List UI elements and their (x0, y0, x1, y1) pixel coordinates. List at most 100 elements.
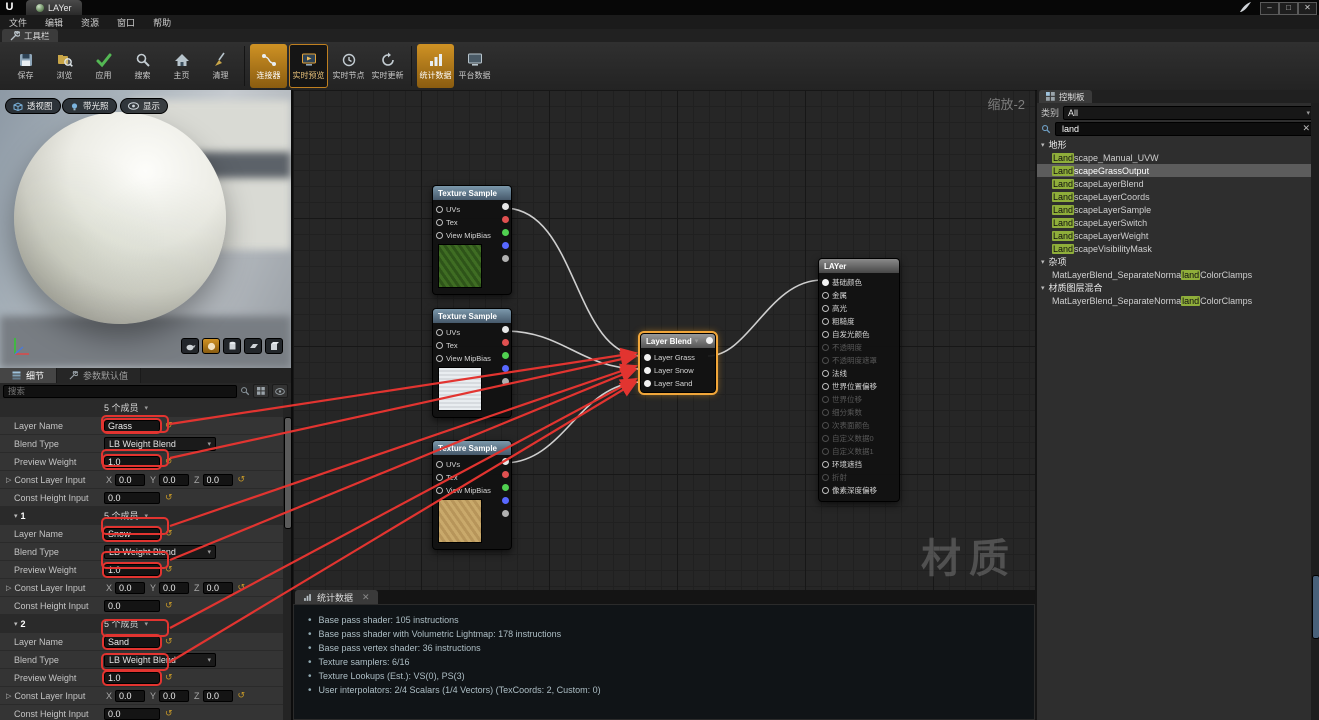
reset-to-default-icon[interactable]: ↺ (238, 690, 246, 701)
input-pin[interactable] (436, 206, 443, 213)
const-layer-z-input[interactable] (202, 581, 233, 594)
layer-name-input[interactable] (104, 635, 160, 648)
node-header[interactable]: Layer Blend ▾ (641, 334, 715, 348)
input-pin[interactable] (822, 487, 829, 494)
preview-weight-input[interactable] (104, 455, 160, 468)
live-update-button[interactable]: 实时更新 (369, 44, 406, 88)
palette-item[interactable]: Land scapeLayerBlend (1037, 177, 1311, 190)
input-pin[interactable] (436, 219, 443, 226)
toolbar-tab[interactable]: 工具栏 (2, 29, 58, 42)
palette-tab[interactable]: 控制板 (1039, 90, 1092, 103)
tab-parameter-defaults[interactable]: 参数默认值 (57, 368, 142, 383)
input-pin[interactable] (822, 318, 829, 325)
chevron-down-icon[interactable]: ▾ (145, 620, 149, 628)
node-header[interactable]: Texture Sample (433, 309, 511, 323)
layer-name-input[interactable] (104, 419, 160, 432)
input-pin[interactable] (822, 396, 829, 403)
category-dropdown[interactable]: All ▾ (1063, 105, 1315, 120)
apply-button[interactable]: 应用 (85, 44, 122, 88)
palette-scrollbar[interactable] (1311, 103, 1319, 720)
menu-item[interactable]: 窗口 (108, 16, 144, 29)
palette-item[interactable]: Land scapeVisibilityMask (1037, 242, 1311, 255)
details-search-input[interactable] (3, 384, 237, 398)
lit-mode-button[interactable]: 带光照 (62, 98, 117, 114)
close-icon[interactable]: ✕ (362, 592, 370, 603)
node-header[interactable]: LAYer (819, 259, 899, 273)
const-layer-x-input[interactable] (115, 689, 146, 702)
reset-to-default-icon[interactable]: ↺ (238, 474, 246, 485)
palette-item[interactable]: Land scapeLayerSwitch (1037, 216, 1311, 229)
menu-item[interactable]: 帮助 (144, 16, 180, 29)
palette-category-header[interactable]: ▾ 杂项 (1037, 255, 1311, 268)
input-pin[interactable] (822, 357, 829, 364)
output-pin[interactable] (502, 352, 509, 359)
preview-weight-input[interactable] (104, 671, 160, 684)
input-pin[interactable] (436, 461, 443, 468)
output-pin[interactable] (502, 365, 509, 372)
input-pin[interactable] (644, 380, 651, 387)
palette-item[interactable]: Land scape_Manual_UVW (1037, 151, 1311, 164)
tab-details[interactable]: 细节 (0, 368, 58, 383)
output-pin[interactable] (502, 458, 509, 465)
output-pin[interactable] (502, 510, 509, 517)
input-pin[interactable] (822, 474, 829, 481)
node-header[interactable]: Texture Sample (433, 441, 511, 455)
texture-sample-node[interactable]: Texture Sample UVs Tex View MipBias (432, 440, 512, 550)
minimize-button[interactable]: – (1260, 2, 1279, 15)
const-layer-y-input[interactable] (159, 581, 190, 594)
node-header[interactable]: Texture Sample (433, 186, 511, 200)
home-button[interactable]: 主页 (163, 44, 200, 88)
palette-item[interactable]: Land scapeLayerSample (1037, 203, 1311, 216)
output-pin[interactable] (502, 378, 509, 385)
palette-item[interactable]: Land scapeGrassOutput (1037, 164, 1311, 177)
save-button[interactable]: 保存 (7, 44, 44, 88)
layer-name-input[interactable] (104, 527, 160, 540)
texture-sample-node[interactable]: Texture Sample UVs Tex View MipBias (432, 185, 512, 295)
reset-to-default-icon[interactable]: ↺ (165, 492, 173, 503)
input-pin[interactable] (436, 355, 443, 362)
input-pin[interactable] (644, 367, 651, 374)
details-scrollbar[interactable] (283, 399, 292, 720)
clear-search-icon[interactable]: ✕ (1302, 123, 1310, 134)
output-pin[interactable] (502, 255, 509, 262)
document-tab[interactable]: LAYer (26, 0, 82, 15)
const-layer-x-input[interactable] (115, 473, 146, 486)
preview-shape-cube-button[interactable] (265, 338, 283, 354)
reset-to-default-icon[interactable]: ↺ (165, 528, 173, 539)
const-layer-x-input[interactable] (115, 581, 146, 594)
input-pin[interactable] (822, 422, 829, 429)
chevron-down-icon[interactable]: ▾ (145, 512, 149, 520)
palette-item[interactable]: Land scapeLayerWeight (1037, 229, 1311, 242)
input-pin[interactable] (822, 409, 829, 416)
chevron-down-icon[interactable]: ▾ (145, 404, 149, 412)
output-pin[interactable] (502, 203, 509, 210)
platform-stats-button[interactable]: 平台数据 (456, 44, 493, 88)
input-pin[interactable] (436, 232, 443, 239)
material-preview-viewport[interactable]: 透视图 带光照 显示 (0, 90, 293, 368)
preview-weight-input[interactable] (104, 563, 160, 576)
menu-item[interactable]: 资源 (72, 16, 108, 29)
output-pin[interactable] (502, 339, 509, 346)
reset-to-default-icon[interactable]: ↺ (165, 636, 173, 647)
clean-button[interactable]: 清理 (202, 44, 239, 88)
palette-category-header[interactable]: ▾ 地形 (1037, 138, 1311, 151)
blend-type-dropdown[interactable]: LB Weight Blend ▾ (104, 436, 216, 451)
output-pin[interactable] (502, 216, 509, 223)
blend-type-dropdown[interactable]: LB Weight Blend ▾ (104, 652, 216, 667)
close-button[interactable]: ✕ (1298, 2, 1317, 15)
preview-shape-sphere-button[interactable] (202, 338, 220, 354)
input-pin[interactable] (644, 354, 651, 361)
input-pin[interactable] (436, 342, 443, 349)
const-layer-z-input[interactable] (202, 689, 233, 702)
input-pin[interactable] (822, 331, 829, 338)
reset-to-default-icon[interactable]: ↺ (165, 456, 173, 467)
view-options-button[interactable] (272, 384, 288, 398)
input-pin[interactable] (436, 329, 443, 336)
input-pin[interactable] (822, 370, 829, 377)
texture-sample-node[interactable]: Texture Sample UVs Tex View MipBias (432, 308, 512, 418)
perspective-button[interactable]: 透视图 (5, 98, 61, 114)
const-layer-z-input[interactable] (202, 473, 233, 486)
live-nodes-button[interactable]: 实时节点 (330, 44, 367, 88)
preview-shape-teapot-button[interactable] (181, 338, 199, 354)
reset-to-default-icon[interactable]: ↺ (165, 708, 173, 719)
